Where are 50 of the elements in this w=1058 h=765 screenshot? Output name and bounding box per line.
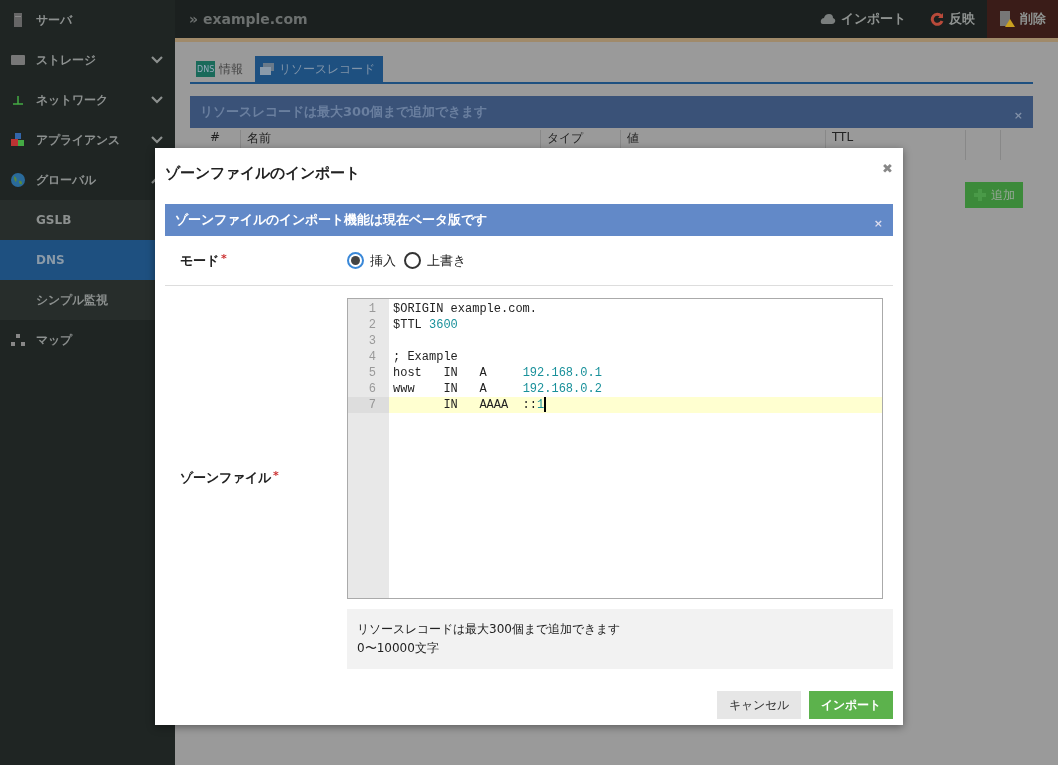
- line-number: 3: [367, 333, 377, 349]
- mode-label: モード*: [179, 251, 228, 270]
- code-line: ; Example: [392, 349, 458, 365]
- alert-text: ゾーンファイルのインポート機能は現在ベータ版です: [175, 211, 487, 229]
- breadcrumb: » example.com: [189, 11, 309, 27]
- line-number: 1: [367, 301, 377, 317]
- line-number: 4: [367, 349, 377, 365]
- sidebar-item[interactable]: サーバ: [0, 0, 175, 40]
- chevron-down-icon: [151, 56, 163, 64]
- tab[interactable]: DNS 情報: [192, 56, 252, 82]
- header-action-button[interactable]: インポート: [808, 0, 918, 38]
- records-icon: [259, 62, 276, 76]
- line-number: 7: [367, 397, 377, 413]
- line-number: 5: [367, 365, 377, 381]
- help-text: リソースレコードは最大300個まで追加できます: [357, 621, 621, 638]
- cancel-button[interactable]: キャンセル: [717, 691, 801, 719]
- code-line: host IN A 192.168.0.1: [392, 365, 602, 381]
- zone-file-label: ゾーンファイル*: [179, 468, 280, 487]
- sidebar-item[interactable]: ネットワーク: [0, 80, 175, 120]
- line-number: 2: [367, 317, 377, 333]
- warning-document-icon: [999, 10, 1015, 28]
- chevron-down-icon: [151, 136, 163, 144]
- code-line: $TTL 3600: [392, 317, 458, 333]
- import-button[interactable]: インポート: [809, 691, 893, 719]
- code-editor[interactable]: 1 $ORIGIN example.com. 2 $TTL 3600 3 4 ; Example 5 host IN A 192.168.0.1 6 www IN A 192.168.0.2 7 IN AAAA ::1: [347, 298, 883, 599]
- close-button[interactable]: ×: [873, 217, 883, 230]
- radio-option[interactable]: 挿入: [347, 251, 396, 270]
- cloud-icon: [820, 13, 836, 25]
- code-line: www IN A 192.168.0.2: [392, 381, 602, 397]
- radio-option[interactable]: 上書き: [404, 251, 466, 270]
- dialog-title: ゾーンファイルのインポート: [165, 163, 361, 183]
- tab[interactable]: リソースレコード: [255, 56, 384, 82]
- help-text: 0〜10000文字: [357, 640, 440, 657]
- refresh-icon: [930, 12, 944, 26]
- header-action-button[interactable]: 削除: [987, 0, 1058, 38]
- sidebar-item[interactable]: ストレージ: [0, 40, 175, 80]
- sidebar-item[interactable]: マップ: [0, 320, 175, 360]
- globe-icon: [10, 172, 26, 188]
- blocks-icon: [10, 132, 26, 148]
- code-line: IN AAAA ::1: [442, 397, 547, 413]
- dns-badge: DNS: [196, 61, 216, 77]
- sitemap-icon: [10, 332, 26, 348]
- header-action-button[interactable]: 反映: [918, 0, 987, 38]
- close-button[interactable]: ✖: [882, 160, 893, 176]
- sidebar-item[interactable]: アプライアンス: [0, 120, 175, 160]
- code-line: $ORIGIN example.com.: [392, 301, 538, 317]
- close-button[interactable]: ×: [1013, 109, 1023, 122]
- column-header: #: [208, 130, 222, 146]
- chevron-down-icon: [151, 96, 163, 104]
- line-number: 6: [367, 381, 377, 397]
